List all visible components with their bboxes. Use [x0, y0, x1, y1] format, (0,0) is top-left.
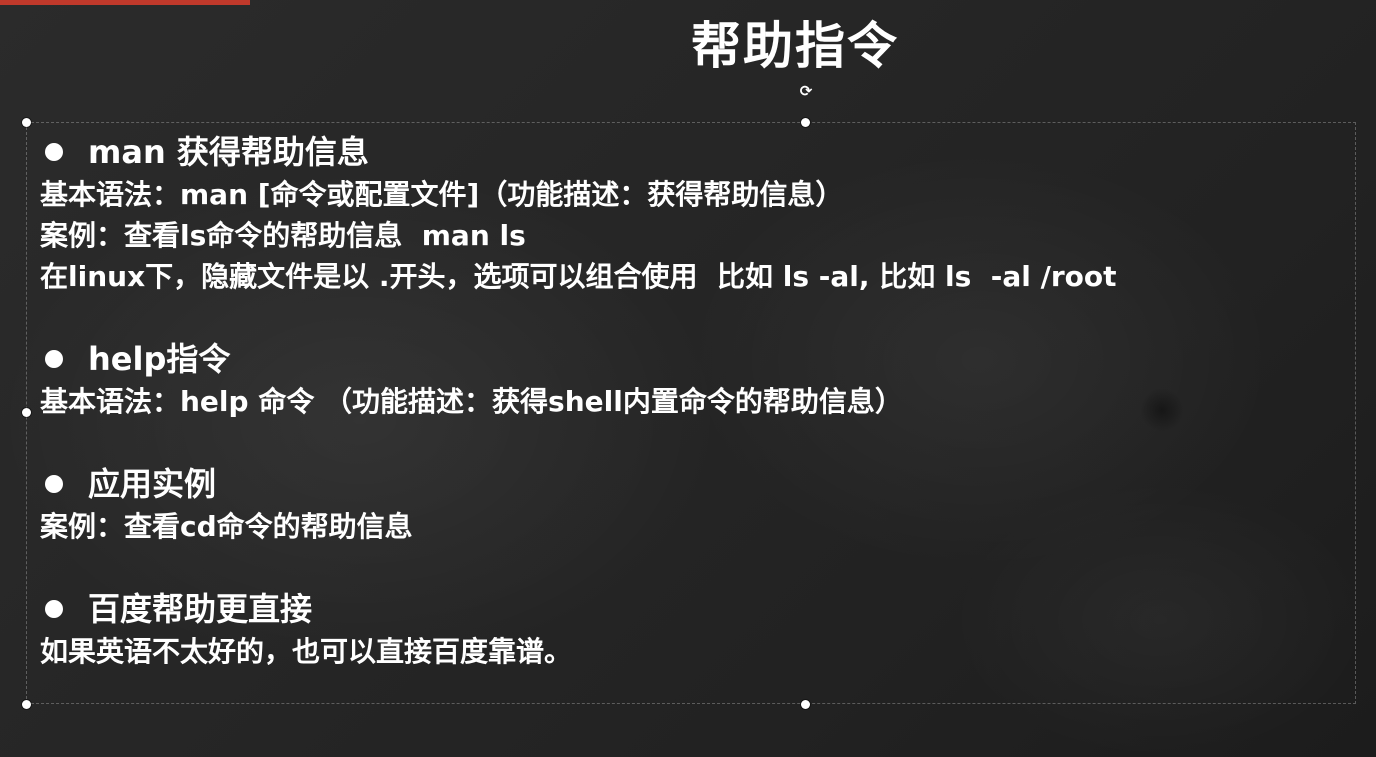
section-heading: 百度帮助更直接	[40, 587, 1340, 631]
body-line: 案例：查看cd命令的帮助信息	[40, 510, 413, 543]
resize-handle-bottom-left[interactable]	[22, 700, 31, 709]
body-line: 在linux下，隐藏文件是以 .开头，选项可以组合使用 比如 ls -al, 比…	[40, 260, 1117, 293]
bullet-icon	[45, 143, 63, 161]
resize-handle-middle-left[interactable]	[22, 408, 31, 417]
section-baidu: 百度帮助更直接 如果英语不太好的，也可以直接百度靠谱。	[40, 587, 1340, 672]
slide-canvas: 帮助指令 ⟳ man 获得帮助信息 基本语法：man [命令或配置文件]（功能描…	[0, 0, 1376, 757]
bullet-icon	[45, 350, 63, 368]
section-heading-text: 应用实例	[88, 465, 217, 503]
section-example: 应用实例 案例：查看cd命令的帮助信息	[40, 462, 1340, 547]
body-line: 基本语法：help 命令 （功能描述：获得shell内置命令的帮助信息）	[40, 385, 903, 418]
section-heading: help指令	[40, 337, 1340, 381]
section-heading: 应用实例	[40, 462, 1340, 506]
body-line: 基本语法：man [命令或配置文件]（功能描述：获得帮助信息）	[40, 178, 844, 211]
section-man: man 获得帮助信息 基本语法：man [命令或配置文件]（功能描述：获得帮助信…	[40, 130, 1340, 297]
section-help: help指令 基本语法：help 命令 （功能描述：获得shell内置命令的帮助…	[40, 337, 1340, 422]
top-accent-bar	[0, 0, 250, 5]
slide-title[interactable]: 帮助指令	[640, 14, 950, 78]
rotate-handle-icon[interactable]: ⟳	[797, 82, 815, 100]
section-heading-text: 百度帮助更直接	[88, 590, 313, 628]
section-heading-text: man 获得帮助信息	[88, 133, 369, 171]
section-heading: man 获得帮助信息	[40, 130, 1340, 174]
bullet-icon	[45, 600, 63, 618]
resize-handle-top-middle[interactable]	[801, 118, 810, 127]
body-line: 案例：查看ls命令的帮助信息 man ls	[40, 219, 526, 252]
body-line: 如果英语不太好的，也可以直接百度靠谱。	[40, 635, 573, 668]
bullet-icon	[45, 475, 63, 493]
section-heading-text: help指令	[88, 340, 231, 378]
resize-handle-bottom-middle[interactable]	[801, 700, 810, 709]
text-box-content[interactable]: man 获得帮助信息 基本语法：man [命令或配置文件]（功能描述：获得帮助信…	[40, 130, 1340, 672]
resize-handle-top-left[interactable]	[22, 118, 31, 127]
